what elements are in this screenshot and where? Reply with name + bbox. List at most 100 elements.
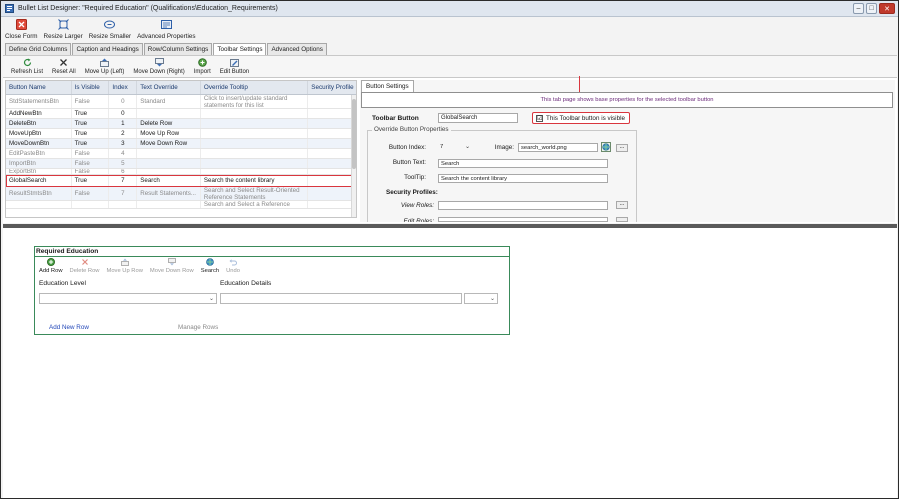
app-icon [5, 4, 14, 13]
visible-checkbox-label: This Toolbar button is visible [546, 114, 625, 122]
preview-title: Required Education [36, 248, 99, 255]
edit-icon [229, 59, 239, 67]
visible-checkbox[interactable]: ☑ [536, 114, 543, 122]
close-window-button[interactable]: ✕ [879, 3, 895, 14]
resize-larger-icon [57, 19, 69, 30]
col-header-security-profile[interactable]: Security Profile [308, 81, 356, 94]
row-options-select[interactable]: ⌄ [464, 293, 498, 304]
table-row[interactable]: AddNewBtn True 0 [6, 109, 356, 119]
close-form-button[interactable]: Close Form [5, 17, 38, 43]
advanced-properties-button[interactable]: Advanced Properties [137, 17, 196, 43]
add-row-button[interactable]: Add Row [39, 258, 63, 274]
move-up-row-icon [120, 258, 129, 266]
view-roles-field[interactable] [438, 201, 608, 210]
refresh-list-button[interactable]: Refresh List [11, 56, 43, 77]
image-label: Image: [494, 144, 514, 151]
delete-row-button[interactable]: Delete Row [70, 258, 100, 274]
info-banner: This tab page shows base properties for … [361, 92, 893, 108]
col-header-override-tooltip[interactable]: Override Tooltip [201, 81, 309, 94]
add-new-row-link[interactable]: Add New Row [49, 324, 89, 331]
table-row[interactable]: MoveDownBtn True 3 Move Down Row [6, 139, 356, 149]
globe-search-icon[interactable] [601, 142, 611, 152]
button-index-select[interactable]: 7 ⌄ [438, 143, 472, 152]
refresh-icon [23, 58, 31, 67]
view-roles-browse-button[interactable]: ... [616, 201, 628, 209]
button-settings-panel: Button Settings This tab page shows base… [360, 76, 895, 222]
designer-window: Bullet List Designer: "Required Educatio… [0, 0, 899, 499]
table-row[interactable]: EditPasteBtn False 4 [6, 149, 356, 159]
tab-row-column-settings[interactable]: Row/Column Settings [143, 43, 213, 55]
tab-button-settings[interactable]: Button Settings [361, 80, 414, 92]
visible-checkbox-row[interactable]: ☑ This Toolbar button is visible [532, 112, 630, 124]
col-header-text-override[interactable]: Text Override [137, 81, 201, 94]
import-icon [197, 58, 207, 67]
col-header-index[interactable]: Index [109, 81, 138, 94]
toolbar: Refresh List Reset All Move Up (Left) Mo… [3, 55, 897, 77]
col-header-is-visible[interactable]: Is Visible [72, 81, 110, 94]
table-row[interactable]: ResultStmtsBtn False 7 Result Statements… [6, 187, 356, 201]
tab-caption-and-headings[interactable]: Caption and Headings [72, 43, 143, 55]
table-row-selected[interactable]: GlobalSearch True 7 Search Search the co… [6, 175, 356, 187]
resize-smaller-button[interactable]: Resize Smaller [89, 17, 131, 43]
maximize-icon: □ [869, 5, 874, 12]
tab-define-grid-columns[interactable]: Define Grid Columns [5, 43, 72, 55]
move-up-row-button[interactable]: Move Up Row [107, 258, 143, 274]
title-bar: Bullet List Designer: "Required Educatio… [1, 1, 898, 17]
image-browse-button[interactable]: ... [616, 144, 628, 152]
button-index-label: Button Index: [388, 144, 426, 151]
tooltip-field[interactable]: Search the content library [438, 174, 608, 183]
tab-advanced-options[interactable]: Advanced Options [267, 43, 327, 55]
chevron-down-icon: ⌄ [465, 144, 470, 150]
designer-tabs: Define Grid Columns Caption and Headings… [5, 43, 328, 56]
move-up-icon [100, 58, 110, 67]
education-level-header: Education Level [39, 280, 86, 287]
move-up-left-button[interactable]: Move Up (Left) [85, 56, 124, 77]
search-button[interactable]: Search [201, 258, 219, 274]
button-text-label: Button Text: [392, 159, 426, 166]
move-down-row-button[interactable]: Move Down Row [150, 258, 194, 274]
import-button[interactable]: Import [194, 56, 211, 77]
edit-roles-browse-button[interactable] [616, 217, 628, 222]
table-row[interactable]: StdStatementsBtn False 0 Standard Statem… [6, 95, 356, 109]
window-title: Bullet List Designer: "Required Educatio… [18, 5, 278, 12]
image-field[interactable]: search_world.png [518, 143, 598, 152]
minimize-icon: – [856, 5, 861, 12]
undo-button[interactable]: Undo [226, 258, 240, 274]
preview-toolbar: Add Row Delete Row Move Up Row Move Down… [39, 258, 247, 274]
grid-scrollbar[interactable] [351, 95, 356, 217]
resize-larger-button[interactable]: Resize Larger [44, 17, 83, 43]
grid-header: Button Name Is Visible Index Text Overri… [6, 81, 356, 95]
undo-icon [229, 259, 238, 266]
security-profiles-label: Security Profiles: [386, 189, 438, 196]
button-text-field[interactable]: Search [438, 159, 608, 168]
grid-scroll-thumb[interactable] [352, 99, 356, 169]
delete-icon [81, 259, 88, 265]
minimize-button[interactable]: – [853, 3, 864, 14]
toolbar-buttons-grid: Button Name Is Visible Index Text Overri… [5, 80, 357, 218]
move-down-row-icon [167, 258, 176, 266]
table-row[interactable]: Search and Select a Reference [6, 201, 356, 209]
edit-button-button[interactable]: Edit Button [220, 56, 249, 77]
table-row[interactable]: DeleteBtn True 1 Delete Row [6, 119, 356, 129]
toolbar-button-label: Toolbar Button [372, 115, 419, 122]
window-controls: – □ ✕ [853, 3, 895, 14]
move-down-right-button[interactable]: Move Down (Right) [133, 56, 185, 77]
toolbar-button-field[interactable]: GlobalSearch [438, 113, 518, 123]
preview-area: Required Education Add Row Delete Row Mo… [3, 228, 897, 498]
globe-search-icon [206, 258, 214, 266]
education-level-select[interactable]: ⌄ [39, 293, 217, 304]
chevron-down-icon: ⌄ [489, 296, 495, 302]
reset-all-button[interactable]: Reset All [52, 56, 76, 77]
add-icon [46, 258, 55, 266]
resize-smaller-icon [104, 20, 116, 29]
education-details-input[interactable] [220, 293, 462, 304]
close-form-icon [15, 19, 27, 30]
edit-roles-field[interactable] [438, 217, 608, 222]
edit-roles-label: Edit Roles: [403, 218, 434, 222]
education-details-header: Education Details [220, 280, 272, 287]
col-header-button-name[interactable]: Button Name [6, 81, 72, 94]
maximize-button[interactable]: □ [866, 3, 877, 14]
table-row[interactable]: ImportBtn False 5 [6, 159, 356, 169]
table-row[interactable]: MoveUpBtn True 2 Move Up Row [6, 129, 356, 139]
manage-rows-link[interactable]: Manage Rows [178, 324, 218, 331]
